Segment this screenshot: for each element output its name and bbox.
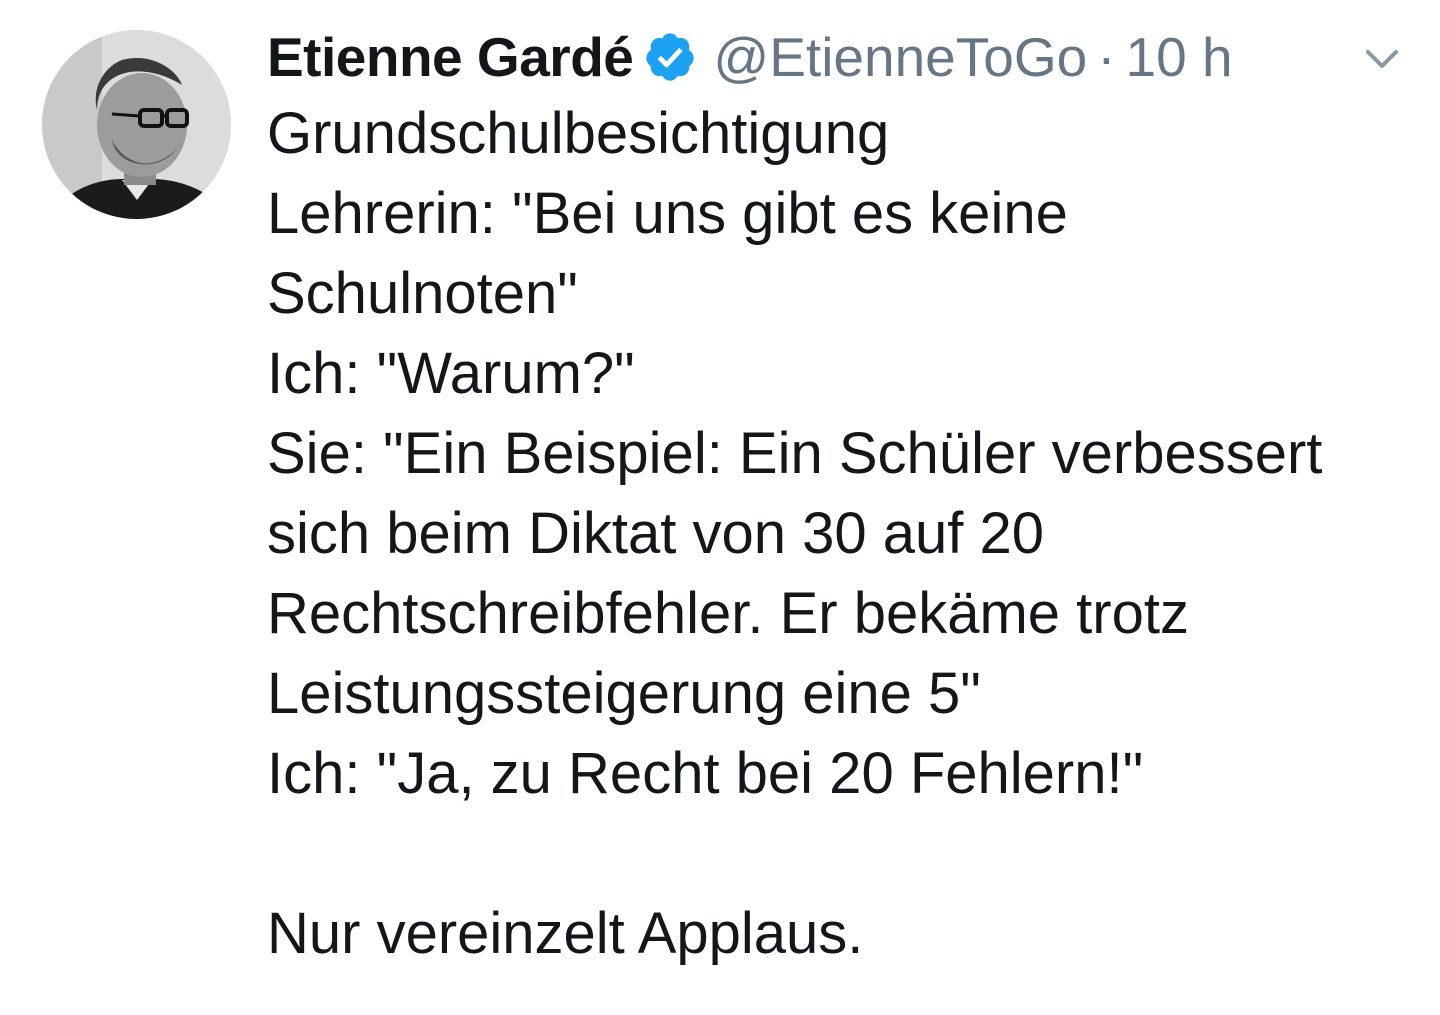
avatar-image bbox=[42, 30, 231, 219]
tweet-text-line: Ich: "Ja, zu Recht bei 20 Fehlern!" bbox=[267, 741, 1144, 806]
header-separator: · bbox=[1097, 26, 1116, 88]
paragraph-break bbox=[267, 814, 1417, 894]
tweet-text: Grundschulbesichtigung Lehrerin: "Bei un… bbox=[267, 94, 1417, 974]
tweet-text-line: Leistungssteigerung eine 5" bbox=[267, 661, 981, 726]
tweet-text-line: Schulnoten" bbox=[267, 261, 578, 326]
avatar[interactable] bbox=[42, 30, 231, 219]
display-name[interactable]: Etienne Gardé bbox=[267, 24, 634, 90]
tweet-closing-line: Nur vereinzelt Applaus. bbox=[267, 901, 864, 966]
tweet-timestamp[interactable]: 10 h bbox=[1126, 24, 1233, 90]
tweet-text-line: Rechtschreibfehler. Er bekäme trotz bbox=[267, 581, 1189, 646]
tweet-header: Etienne Gardé @EtienneToGo · 10 h bbox=[267, 24, 1233, 90]
tweet[interactable]: Etienne Gardé @EtienneToGo · 10 h Grunds… bbox=[0, 0, 1440, 1015]
user-handle[interactable]: @EtienneToGo bbox=[713, 24, 1087, 90]
tweet-text-line: sich beim Diktat von 30 auf 20 bbox=[267, 501, 1044, 566]
verified-badge-icon bbox=[643, 30, 697, 84]
tweet-text-line: Sie: "Ein Beispiel: Ein Schüler verbesse… bbox=[267, 421, 1323, 486]
tweet-text-line: Lehrerin: "Bei uns gibt es keine bbox=[267, 181, 1068, 246]
tweet-text-line: Ich: "Warum?" bbox=[267, 341, 635, 406]
chevron-down-icon[interactable] bbox=[1362, 44, 1402, 74]
tweet-text-line: Grundschulbesichtigung bbox=[267, 101, 890, 166]
